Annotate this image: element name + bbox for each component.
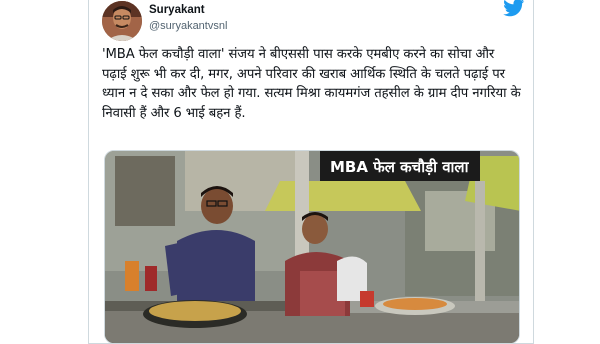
shop-sign-text: MBA फेल कचौड़ी वाला	[330, 158, 470, 176]
tweet-card[interactable]: Suryakant @suryakantvsnl 'MBA फेल कचौड़ी…	[88, 0, 534, 344]
tweet-text: 'MBA फेल कचौड़ी वाला' संजय ने बीएससी पास…	[102, 47, 521, 121]
user-handle[interactable]: @suryakantvsnl	[149, 20, 227, 32]
tweet-media-photo[interactable]: MBA फेल कचौड़ी वाला	[104, 150, 520, 344]
display-name[interactable]: Suryakant	[149, 4, 205, 16]
avatar[interactable]	[102, 1, 142, 41]
twitter-bird-icon[interactable]	[502, 0, 526, 17]
